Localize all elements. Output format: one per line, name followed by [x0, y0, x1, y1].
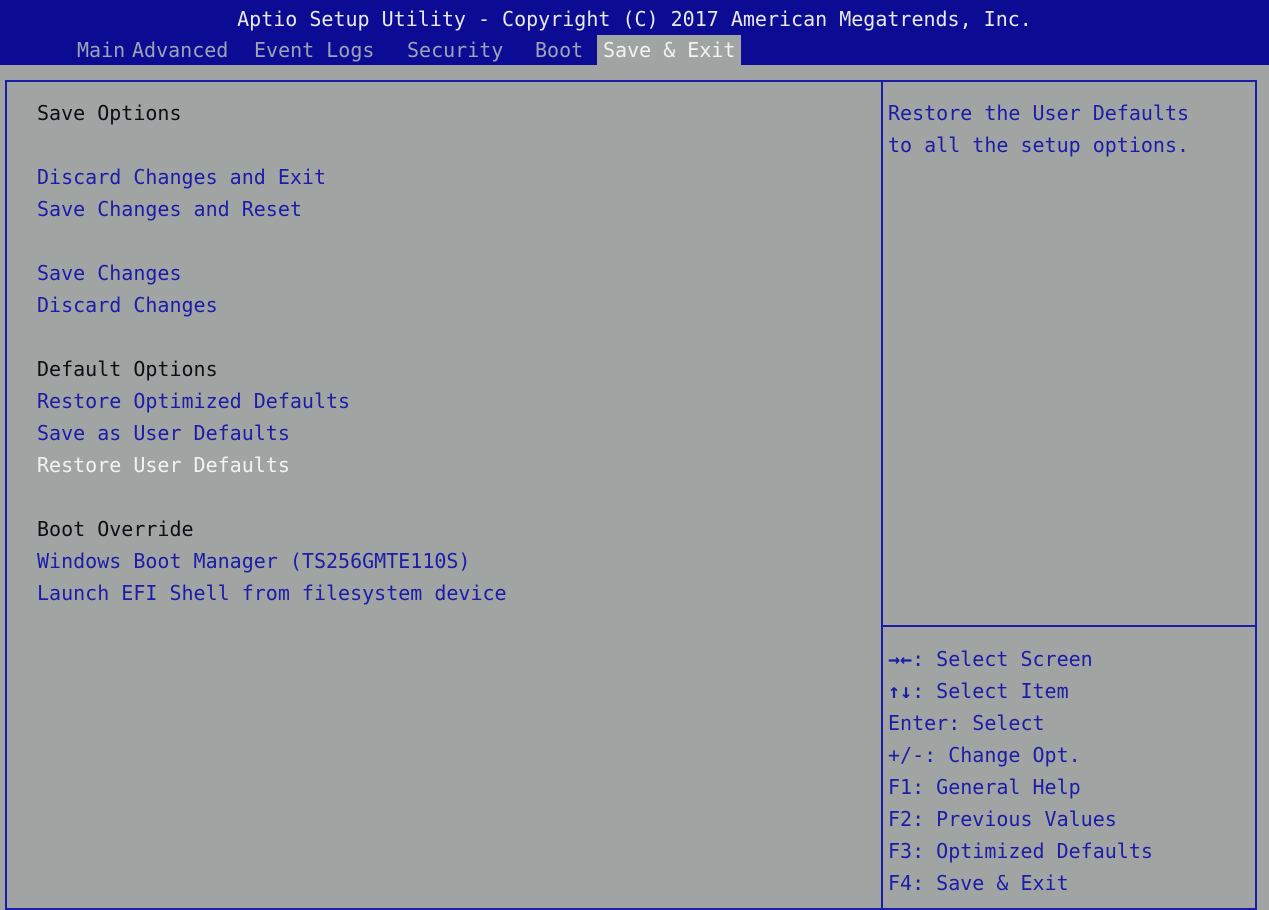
- key-legend-enter: Enter: Select: [888, 711, 1045, 735]
- key-legend-f1: F1: General Help: [888, 775, 1081, 799]
- tab-advanced[interactable]: Advanced: [126, 35, 234, 65]
- tab-main[interactable]: Main: [71, 35, 131, 65]
- restore-user-defaults-item[interactable]: Restore User Defaults: [37, 450, 290, 480]
- tab-boot[interactable]: Boot: [529, 35, 589, 65]
- help-divider: [883, 625, 1257, 627]
- launch-efi-shell-item[interactable]: Launch EFI Shell from filesystem device: [37, 578, 507, 608]
- save-changes-reset-item[interactable]: Save Changes and Reset: [37, 194, 302, 224]
- key-legend-f3: F3: Optimized Defaults: [888, 839, 1153, 863]
- key-legend-f2: F2: Previous Values: [888, 807, 1117, 831]
- up-down-arrows-icon: ↑↓: [888, 679, 913, 703]
- save-options-heading: Save Options: [37, 101, 182, 125]
- boot-override-heading: Boot Override: [37, 517, 194, 541]
- tab-save-exit[interactable]: Save & Exit: [597, 35, 742, 65]
- key-legend-select-item: ↑↓: Select Item: [888, 676, 1069, 706]
- key-legend-f4: F4: Save & Exit: [888, 871, 1069, 895]
- restore-optimized-defaults-item[interactable]: Restore Optimized Defaults: [37, 386, 350, 416]
- save-changes-item[interactable]: Save Changes: [37, 258, 182, 288]
- app-title: Aptio Setup Utility - Copyright (C) 2017…: [237, 7, 1032, 31]
- panel-divider: [881, 80, 883, 910]
- discard-changes-item[interactable]: Discard Changes: [37, 290, 218, 320]
- key-legend-select-screen: →←: Select Screen: [888, 644, 1093, 674]
- discard-changes-exit-item[interactable]: Discard Changes and Exit: [37, 162, 326, 192]
- help-text-line-1: Restore the User Defaults: [888, 101, 1190, 125]
- tab-event-logs[interactable]: Event Logs: [248, 35, 380, 65]
- default-options-heading: Default Options: [37, 357, 218, 381]
- key-legend-text: : Select Screen: [912, 647, 1093, 671]
- key-legend-change-opt: +/-: Change Opt.: [888, 743, 1081, 767]
- left-right-arrows-icon: →←: [888, 647, 913, 671]
- save-user-defaults-item[interactable]: Save as User Defaults: [37, 418, 290, 448]
- windows-boot-manager-item[interactable]: Windows Boot Manager (TS256GMTE110S): [37, 546, 470, 576]
- tab-security[interactable]: Security: [401, 35, 509, 65]
- key-legend-text: : Select Item: [912, 679, 1069, 703]
- help-text-line-2: to all the setup options.: [888, 133, 1190, 157]
